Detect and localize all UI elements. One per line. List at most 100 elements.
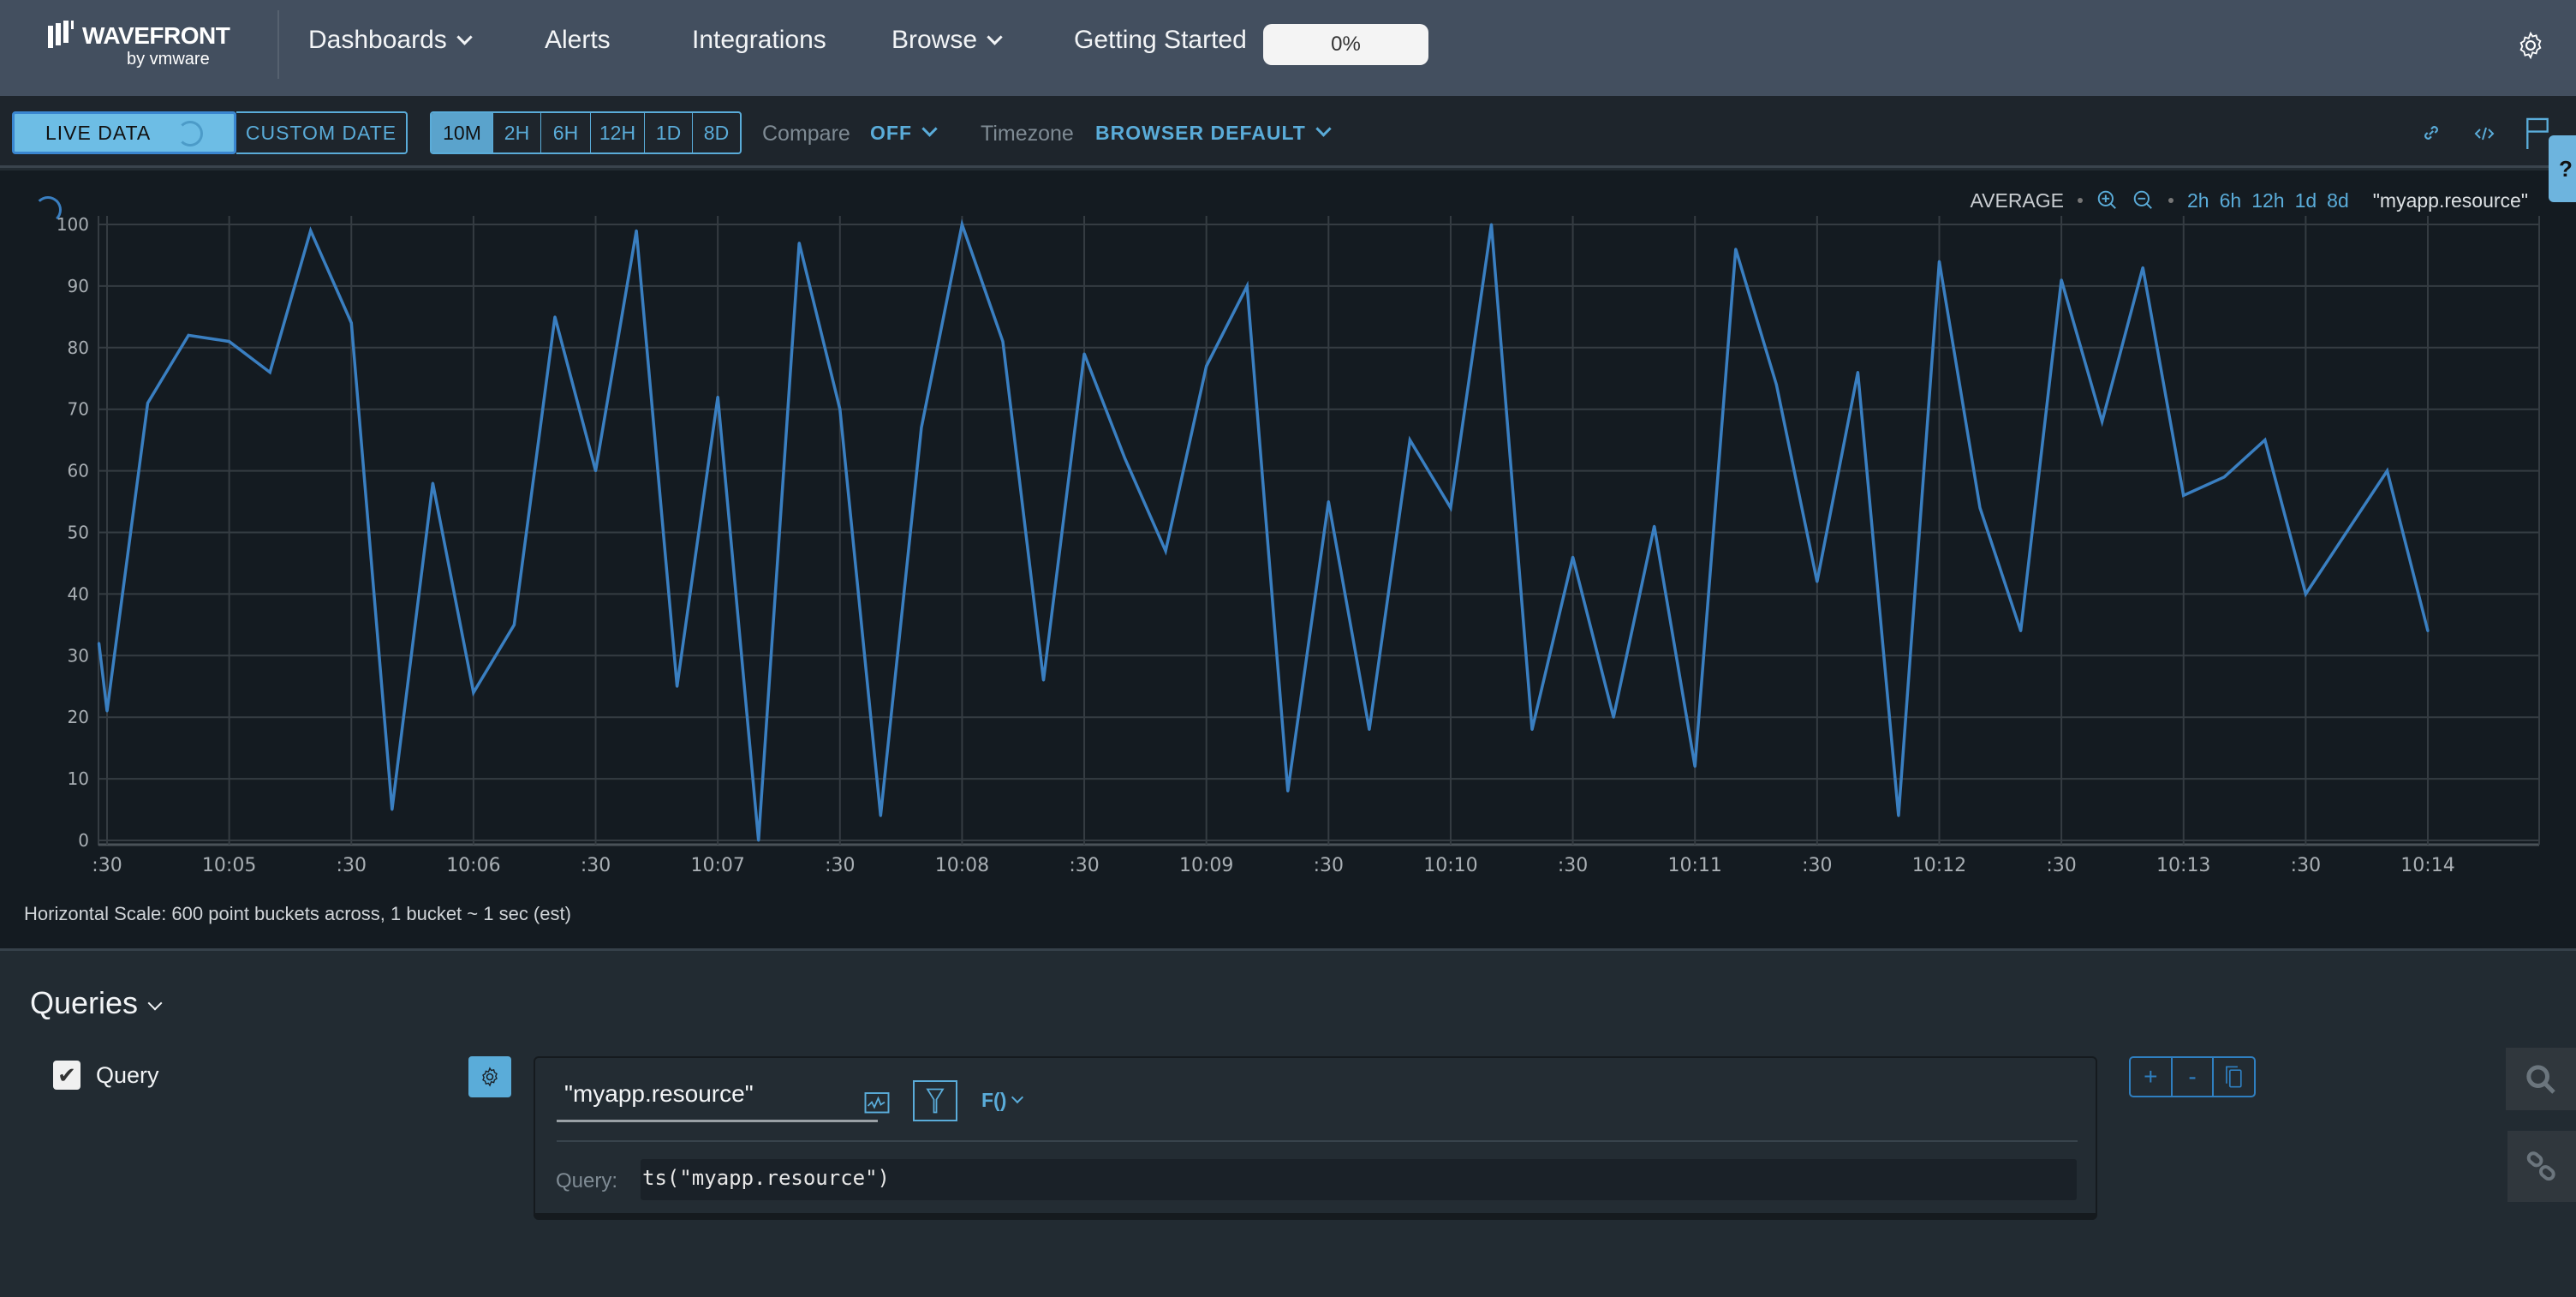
logo-subtext: by vmware: [127, 50, 210, 69]
data-point: [1164, 549, 1167, 553]
nav-label: Integrations: [692, 26, 826, 54]
query-text-input[interactable]: ts("myapp.resource"): [641, 1159, 2077, 1200]
range-button-group: 10M 2H 6H 12H 1D 8D: [430, 111, 742, 154]
y-tick-label: 70: [68, 399, 89, 420]
query-enabled-checkbox[interactable]: ✔: [53, 1061, 80, 1090]
data-point: [1205, 364, 1208, 368]
data-point: [2304, 592, 2307, 595]
data-point: [1408, 439, 1411, 442]
side-search-button[interactable]: [2506, 1048, 2576, 1110]
metric-input-underline: [557, 1120, 878, 1122]
y-tick-label: 30: [68, 645, 89, 666]
x-tick-label: 10:13: [2156, 855, 2210, 876]
live-data-button[interactable]: LIVE DATA: [12, 111, 236, 154]
filter-button[interactable]: [913, 1080, 957, 1121]
x-tick-label: :30: [581, 855, 611, 876]
checkmark-icon: ✔: [57, 1061, 76, 1088]
gear-icon[interactable]: [2516, 31, 2545, 60]
range-label: 1D: [655, 121, 682, 144]
x-tick-label: :30: [1558, 855, 1588, 876]
x-tick-label: :30: [1069, 855, 1099, 876]
help-tab[interactable]: ?: [2549, 135, 2576, 202]
add-query-button[interactable]: +: [2131, 1058, 2173, 1096]
data-point: [187, 333, 190, 337]
chevron-down-icon: [921, 121, 938, 137]
embed-code-icon[interactable]: [2473, 123, 2496, 144]
time-toolbar: LIVE DATA CUSTOM DATE 10M 2H 6H 12H 1D 8…: [0, 96, 2576, 168]
range-1d[interactable]: 1D: [645, 113, 693, 152]
nav-label: Getting Started: [1074, 26, 1247, 54]
plus-icon: +: [2144, 1063, 2158, 1090]
data-point: [797, 242, 801, 245]
nav-alerts[interactable]: Alerts: [545, 26, 611, 55]
link-icon: [2526, 1151, 2555, 1180]
nav-dashboards[interactable]: Dashboards: [308, 26, 473, 55]
help-label: ?: [2559, 155, 2573, 182]
range-12h[interactable]: 12H: [591, 113, 645, 152]
flag-icon[interactable]: [2525, 117, 2550, 149]
y-tick-label: 90: [68, 276, 89, 296]
nav-label: Alerts: [545, 26, 611, 54]
custom-date-label: CUSTOM DATE: [245, 121, 397, 144]
data-point: [1571, 555, 1575, 559]
side-link-button[interactable]: [2507, 1131, 2576, 1202]
data-point: [757, 839, 760, 842]
x-tick-label: 10:11: [1668, 855, 1722, 876]
data-point: [1124, 457, 1127, 460]
compare-label: Compare: [762, 122, 850, 146]
nav-integrations[interactable]: Integrations: [692, 26, 826, 55]
nav-label: Browse: [891, 26, 978, 54]
nav-browse[interactable]: Browse: [891, 26, 1003, 55]
data-point: [1042, 678, 1046, 682]
chevron-down-icon: [1011, 1091, 1024, 1104]
nav-getting-started[interactable]: Getting Started: [1074, 26, 1247, 55]
chevron-down-icon: [1315, 121, 1332, 137]
query-name[interactable]: Query: [96, 1062, 159, 1089]
data-point: [228, 340, 231, 344]
function-label: F(): [981, 1089, 1007, 1111]
query-settings-button[interactable]: [468, 1056, 511, 1097]
data-point: [2060, 278, 2063, 282]
nav-label: Dashboards: [308, 26, 447, 54]
range-6h[interactable]: 6H: [541, 113, 591, 152]
x-tick-label: :30: [825, 855, 855, 876]
getting-started-progress[interactable]: 0%: [1263, 24, 1428, 65]
link-icon[interactable]: [2420, 122, 2442, 144]
timezone-dropdown[interactable]: BROWSER DEFAULT: [1095, 121, 1332, 145]
y-tick-label: 100: [57, 214, 89, 235]
data-point: [2426, 630, 2430, 633]
data-point: [1856, 371, 1859, 374]
remove-query-button[interactable]: -: [2173, 1058, 2215, 1096]
custom-date-button[interactable]: CUSTOM DATE: [236, 111, 408, 154]
data-point: [2101, 420, 2104, 423]
data-point: [2019, 630, 2023, 633]
x-tick-label: 10:05: [202, 855, 256, 876]
function-dropdown[interactable]: F(): [981, 1089, 1024, 1112]
data-point: [1082, 352, 1086, 356]
data-point: [1897, 814, 1900, 817]
y-tick-label: 60: [68, 461, 89, 481]
queries-toggle[interactable]: Queries: [30, 985, 163, 1021]
horizontal-scale-note: Horizontal Scale: 600 point buckets acro…: [24, 903, 571, 924]
x-tick-label: 10:07: [690, 855, 744, 876]
compare-value: OFF: [870, 122, 912, 144]
chart-builder-icon[interactable]: [864, 1091, 890, 1116]
x-tick-label: :30: [92, 855, 122, 876]
data-point: [2222, 475, 2226, 479]
logo-text: WAVEFRONT: [82, 22, 230, 49]
compare-dropdown[interactable]: OFF: [870, 121, 938, 145]
data-point: [960, 223, 963, 226]
copy-query-button[interactable]: [2214, 1058, 2254, 1096]
data-point: [2345, 531, 2348, 534]
chevron-down-icon: [147, 995, 163, 1011]
range-8d[interactable]: 8D: [693, 113, 740, 152]
live-data-label: LIVE DATA: [45, 121, 152, 144]
data-point: [2263, 439, 2267, 442]
range-2h[interactable]: 2H: [493, 113, 541, 152]
wavefront-logo[interactable]: WAVEFRONT by vmware: [48, 21, 245, 74]
data-point: [105, 709, 109, 713]
timezone-label: Timezone: [981, 122, 1074, 146]
metric-input[interactable]: "myapp.resource": [564, 1080, 754, 1108]
line-chart[interactable]: 0 10 20 30 40 50 60 70 80 90 100:30 10:05:30 10:06:3…: [0, 170, 2576, 907]
range-10m[interactable]: 10M: [432, 113, 493, 152]
